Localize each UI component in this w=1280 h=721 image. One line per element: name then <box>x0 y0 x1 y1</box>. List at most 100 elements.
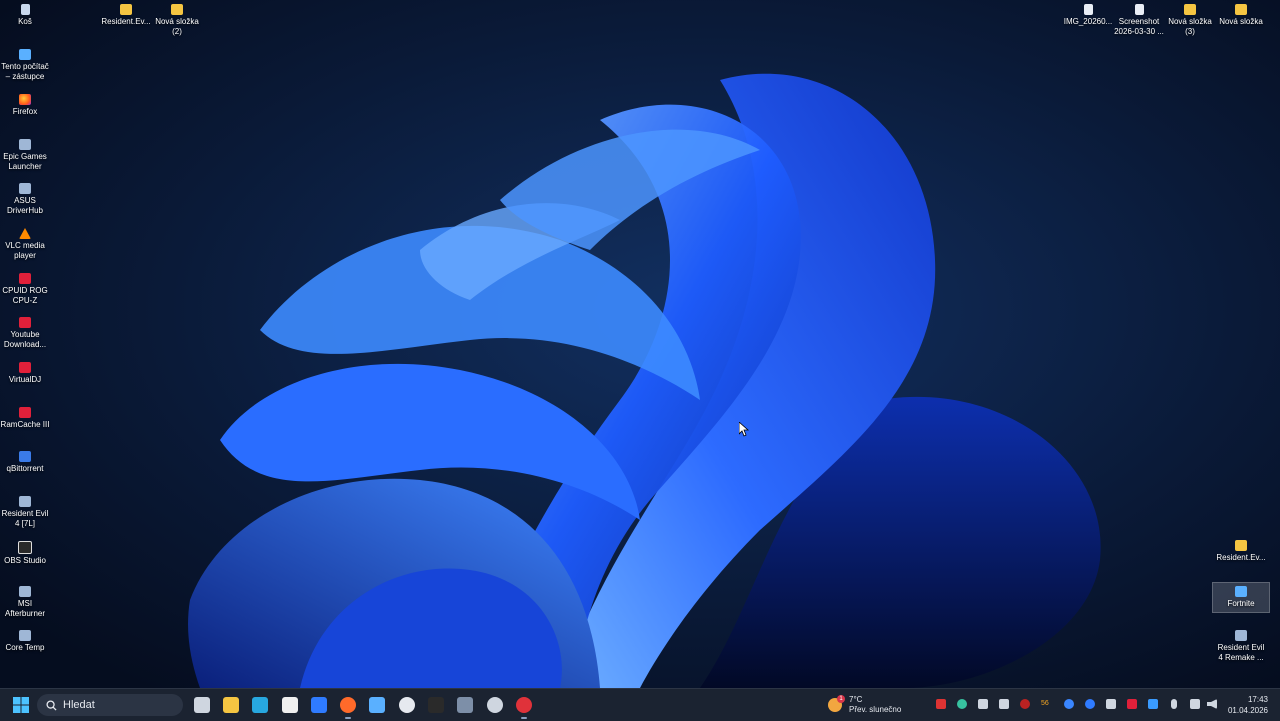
image-file-icon <box>1083 4 1093 15</box>
task-view-icon <box>194 697 210 713</box>
folder-icon <box>120 4 132 15</box>
wallpaper <box>0 0 1280 688</box>
desktop-icon[interactable]: RamCache III <box>0 404 53 430</box>
taskbar-pinned-app[interactable] <box>338 695 358 719</box>
vlc-icon <box>19 228 31 239</box>
desktop-icon-label: IMG_20260... <box>1063 17 1113 26</box>
weather-temperature: 7°C <box>849 695 863 704</box>
desktop-icon[interactable]: Firefox <box>0 91 53 117</box>
desktop-icon[interactable]: Tento počítač – zástupce <box>0 46 53 82</box>
unity-icon <box>428 697 444 713</box>
taskbar-pinned-app[interactable] <box>250 695 270 715</box>
file-explorer-icon <box>223 697 239 713</box>
desktop-icon-label: OBS Studio <box>4 556 46 565</box>
taskbar-pinned-app[interactable] <box>309 695 329 715</box>
firefox-icon <box>340 697 356 713</box>
desktop-icon[interactable]: Resident.Ev... <box>1213 537 1269 563</box>
droplet-tray-icon[interactable] <box>957 699 967 709</box>
taskbar-pinned-app[interactable] <box>221 695 241 715</box>
windows-logo-icon <box>13 697 29 713</box>
mouse-cursor-icon <box>739 422 749 437</box>
calculator-icon <box>457 697 473 713</box>
qbittorrent-icon <box>19 451 31 462</box>
desktop-icon[interactable]: Nová složka <box>1213 1 1269 27</box>
firefox-icon <box>19 94 31 105</box>
speedometer-icon <box>487 697 503 713</box>
microphone-icon[interactable] <box>1171 699 1177 709</box>
network-bars-tray-icon[interactable] <box>999 699 1009 709</box>
desktop-icon[interactable]: Resident.Ev... <box>98 1 154 27</box>
taskbar-pinned-app[interactable] <box>514 695 534 719</box>
desktop-icon-label: Fortnite <box>1227 599 1255 608</box>
volume-icon[interactable] <box>1207 699 1217 709</box>
desktop-icon[interactable]: qBittorrent <box>0 448 53 474</box>
asus-icon <box>19 183 31 194</box>
start-button[interactable] <box>11 695 31 715</box>
taskbar-pinned-app[interactable] <box>455 695 475 715</box>
gear-tray-icon[interactable] <box>1064 699 1074 709</box>
chrome-icon <box>516 697 532 713</box>
temperature-tray-counter[interactable]: 56 <box>1041 700 1055 710</box>
weather-widget[interactable]: 1 7°C Přev. slunečno <box>828 694 901 716</box>
mail-icon <box>311 697 327 713</box>
fortnite-icon <box>1235 586 1247 597</box>
bluetooth-icon[interactable] <box>1085 699 1095 709</box>
desktop-icon[interactable]: Fortnite <box>1212 582 1270 613</box>
folder-icon <box>171 4 183 15</box>
taskbar-pinned-app[interactable] <box>397 695 417 715</box>
taskbar-search-box[interactable]: Hledat <box>37 694 183 716</box>
desktop-icon[interactable]: MSI Afterburner <box>0 583 53 619</box>
desktop-icon-label: Koš <box>18 17 32 26</box>
weather-sun-icon: 1 <box>828 695 845 712</box>
desktop-icon[interactable]: Resident Evil 4 Remake ... <box>1213 627 1269 663</box>
desktop-icon-label: Resident Evil 4 [7L] <box>1 509 49 528</box>
desktop-icon[interactable]: Koš <box>0 1 53 27</box>
desktop-icon[interactable]: ASUS DriverHub <box>0 180 53 216</box>
taskbar-pinned-app[interactable] <box>426 695 446 715</box>
folder-icon <box>1184 4 1196 15</box>
desktop-icon-label: Firefox <box>12 107 38 116</box>
edge-icon <box>252 697 268 713</box>
app-window-icon <box>369 697 385 713</box>
desktop-icon[interactable]: CPUID ROG CPU-Z <box>0 270 53 306</box>
desktop-icon[interactable]: IMG_20260... <box>1060 1 1116 27</box>
display-tray-icon[interactable] <box>1190 699 1200 709</box>
desktop-icon-label: Epic Games Launcher <box>3 152 47 171</box>
desktop-icon-label: Resident Evil 4 Remake ... <box>1217 643 1265 662</box>
acrobat-tray-icon[interactable] <box>1127 699 1137 709</box>
desktop-icon[interactable]: Epic Games Launcher <box>0 136 53 172</box>
desktop-icon[interactable]: Screenshot 2026-03-30 ... <box>1111 1 1167 37</box>
folder-icon <box>1235 540 1247 551</box>
taskbar-pinned-app[interactable] <box>367 695 387 715</box>
weather-badge: 1 <box>837 695 845 703</box>
taskbar-pinned-app[interactable] <box>280 695 300 715</box>
desktop-icon-label: ASUS DriverHub <box>6 196 43 215</box>
desktop-icon-label: VLC media player <box>5 241 45 260</box>
desktop-icon-label: Resident.Ev... <box>1216 553 1266 562</box>
pen-tray-icon[interactable] <box>978 699 988 709</box>
taskbar-pinned-app[interactable] <box>485 695 505 715</box>
amd-tray-icon[interactable] <box>936 699 946 709</box>
obs-icon <box>18 541 32 554</box>
desktop-icon[interactable]: Youtube Download... <box>0 314 53 350</box>
desktop-icon[interactable]: Core Temp <box>0 627 53 653</box>
recycle-bin-icon <box>20 4 30 15</box>
desktop-icon-label: RamCache III <box>0 420 50 429</box>
desktop-icon[interactable]: OBS Studio <box>0 538 53 566</box>
desktop-icon[interactable]: VLC media player <box>0 225 53 261</box>
desktop-icon[interactable]: Resident Evil 4 [7L] <box>0 493 53 529</box>
taskbar-pinned-app[interactable] <box>192 695 212 715</box>
desktop-icon-label: Nová složka <box>1219 17 1263 26</box>
cloud-tray-icon[interactable] <box>1148 699 1158 709</box>
keyboard-tray-icon[interactable] <box>1106 699 1116 709</box>
coretemp-icon <box>19 630 31 641</box>
desktop-icon[interactable]: VirtualDJ <box>0 359 53 385</box>
desktop-icon-label: CPUID ROG CPU-Z <box>2 286 48 305</box>
desktop-icon[interactable]: Nová složka (3) <box>1162 1 1218 37</box>
desktop-icon-label: Youtube Download... <box>3 330 47 349</box>
store-icon <box>282 697 298 713</box>
clock[interactable]: 17:43 01.04.2026 <box>1228 694 1268 716</box>
desktop-icon[interactable]: Nová složka (2) <box>149 1 205 37</box>
msi-tray-icon[interactable] <box>1020 699 1030 709</box>
game-icon <box>1235 630 1247 641</box>
